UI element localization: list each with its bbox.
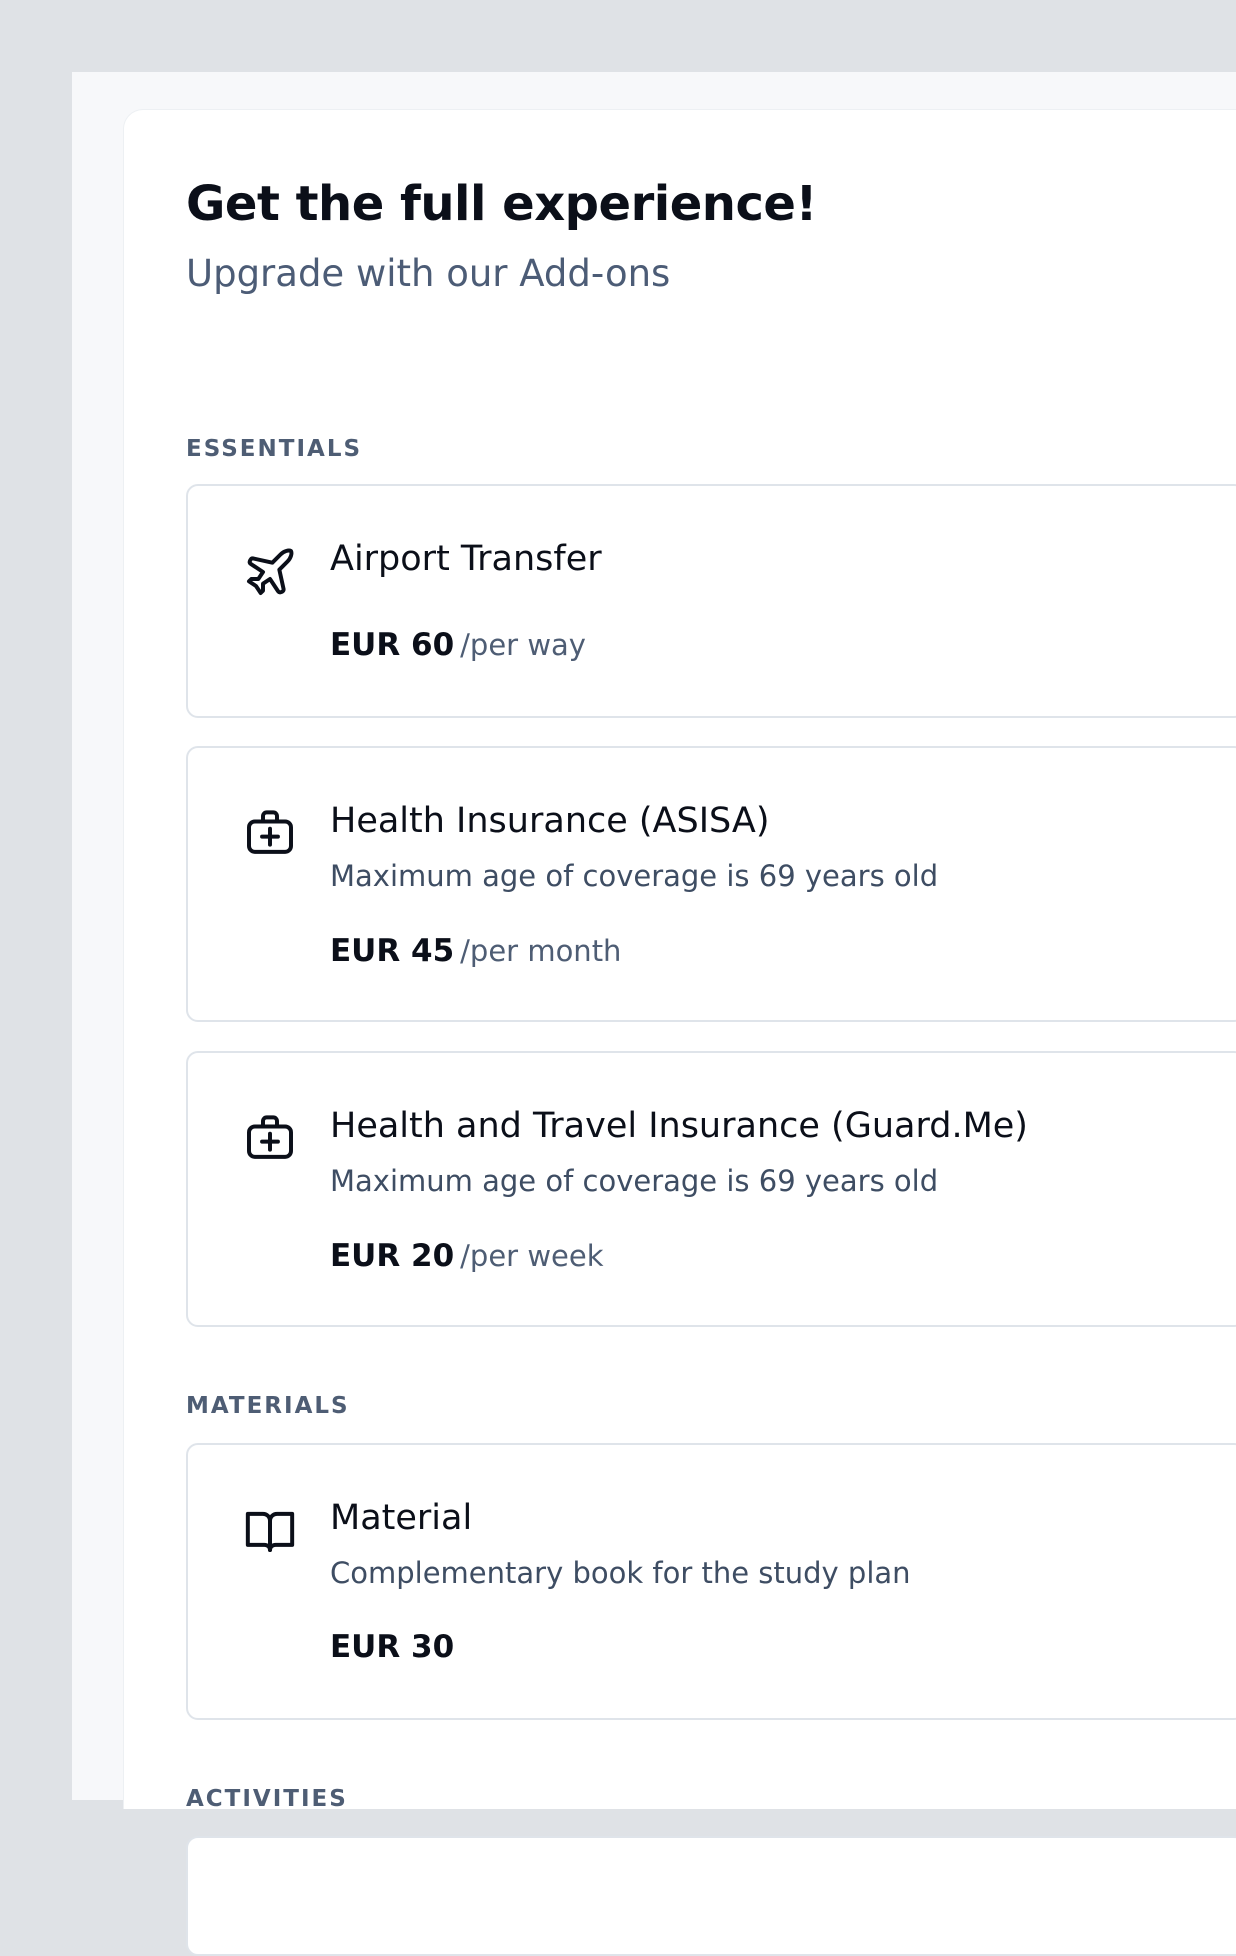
app-frame: Get the full experience! Upgrade with ou… <box>72 72 1236 1956</box>
addon-name: Airport Transfer <box>330 539 602 579</box>
addon-price: EUR 45/per month <box>330 936 621 967</box>
page-title: Get the full experience! <box>186 176 817 232</box>
price-amount: EUR 20 <box>330 1238 455 1274</box>
medical-kit-icon <box>242 1109 298 1165</box>
addon-price: EUR 30 <box>330 1632 454 1663</box>
addon-name: Material <box>330 1498 473 1538</box>
addon-price: EUR 20/per week <box>330 1241 604 1272</box>
section-heading-materials: MATERIALS <box>186 1393 350 1419</box>
addon-description: Maximum age of coverage is 69 years old <box>330 859 939 893</box>
price-unit: /per month <box>460 934 622 968</box>
page-subtitle: Upgrade with our Add-ons <box>186 252 671 295</box>
addon-description: Maximum age of coverage is 69 years old <box>330 1164 939 1198</box>
medical-kit-icon <box>242 804 298 860</box>
price-unit: /per week <box>460 1239 604 1273</box>
price-unit: /per way <box>460 628 586 662</box>
section-heading-essentials: ESSENTIALS <box>186 436 363 462</box>
book-icon <box>242 1501 298 1557</box>
addons-panel: Get the full experience! Upgrade with ou… <box>123 109 1236 1956</box>
addon-price: EUR 60/per way <box>330 630 586 661</box>
price-amount: EUR 60 <box>330 627 455 663</box>
addon-item-health-travel-insurance-guardme[interactable]: Health and Travel Insurance (Guard.Me) M… <box>186 1051 1236 1327</box>
addon-item-material[interactable]: Material Complementary book for the stud… <box>186 1443 1236 1720</box>
addon-item-airport-transfer[interactable]: Airport Transfer EUR 60/per way <box>186 484 1236 718</box>
addon-name: Health Insurance (ASISA) <box>330 801 770 841</box>
addon-item-health-insurance-asisa[interactable]: Health Insurance (ASISA) Maximum age of … <box>186 746 1236 1022</box>
airplane-icon <box>242 544 298 600</box>
price-amount: EUR 45 <box>330 933 455 969</box>
addon-item-activity[interactable] <box>186 1836 1236 1956</box>
addon-description: Complementary book for the study plan <box>330 1556 911 1590</box>
price-amount: EUR 30 <box>330 1629 455 1665</box>
addon-name: Health and Travel Insurance (Guard.Me) <box>330 1106 1028 1146</box>
